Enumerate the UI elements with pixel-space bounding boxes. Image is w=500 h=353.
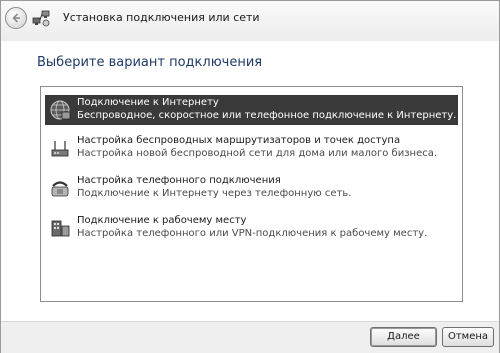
next-button[interactable]: Далее [370,327,437,347]
title-bar: Установка подключения или сети [1,1,499,41]
back-button[interactable] [5,7,27,29]
page-heading: Выберите вариант подключения [37,55,263,70]
connection-options-list: Подключение к Интернету Беспроводное, ск… [40,86,463,302]
option-title: Настройка беспроводных маршрутизаторов и… [77,135,401,146]
workplace-icon [51,220,70,237]
option-internet-connection[interactable]: Подключение к Интернету Беспроводное, ск… [45,95,458,125]
option-title: Настройка телефонного подключения [77,175,281,186]
network-setup-window: Установка подключения или сети Выберите … [0,0,500,353]
option-title: Подключение к Интернету [77,97,219,108]
option-description: Настройка новой беспроводной сети для до… [77,148,438,159]
option-wireless-router[interactable]: Настройка беспроводных маршрутизаторов и… [45,133,458,163]
option-dialup[interactable]: Настройка телефонного подключения Подклю… [45,173,458,203]
window-title: Установка подключения или сети [63,11,260,24]
option-title: Подключение к рабочему месту [77,215,247,226]
dialog-footer: Далее Отмена [1,321,499,353]
option-workplace[interactable]: Подключение к рабочему месту Настройка т… [45,213,458,243]
wireless-router-icon [51,141,69,157]
option-description: Беспроводное, скоростное или телефонное … [77,110,457,121]
content-area: Выберите вариант подключения Подключение… [1,41,499,321]
phone-icon [51,181,69,197]
option-description: Подключение к Интернету через телефонную… [77,188,352,199]
back-arrow-icon [12,13,20,23]
globe-icon [50,100,71,120]
cancel-button[interactable]: Отмена [442,327,494,347]
network-icon [32,10,50,27]
option-description: Настройка телефонного или VPN-подключени… [77,228,428,239]
